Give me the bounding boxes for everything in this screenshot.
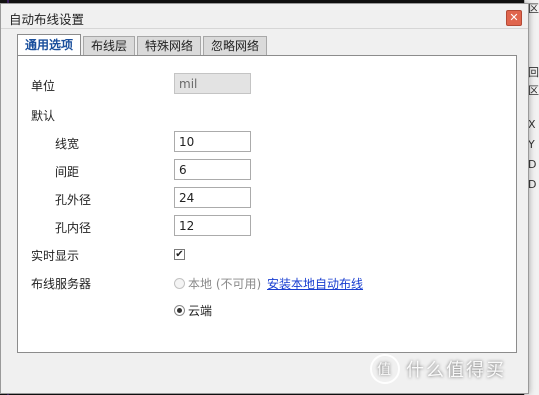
local-server-option-label: 本地 (不可用) [188,277,262,291]
unit-field [174,73,251,94]
line-width-label: 线宽 [55,137,80,151]
line-width-input[interactable] [174,131,251,152]
via-outer-diameter-label: 孔外径 [55,193,92,207]
via-inner-diameter-label: 孔内径 [55,221,92,235]
side-panel-glyph: 区 [528,84,539,97]
side-panel-glyph: 回 [528,66,539,79]
clearance-input[interactable] [174,159,251,180]
tab-general[interactable]: 通用选项 [17,34,82,55]
autoroute-settings-dialog: 自动布线设置 ✕ 通用选项 布线层 特殊网络 忽略网络 单位 默认 线宽 间距 … [0,3,529,394]
via-inner-diameter-input[interactable] [174,215,251,236]
install-local-autorouter-link[interactable]: 安装本地自动布线 [267,275,363,292]
side-panel-glyph: 区 [528,2,539,15]
close-icon[interactable]: ✕ [506,10,522,26]
side-panel-glyph: X [528,118,536,131]
tab-bar: 通用选项 布线层 特殊网络 忽略网络 [17,34,269,55]
general-options-panel: 单位 默认 线宽 间距 孔外径 孔内径 实时显示 ✔ 布线服务器 本地 (不可用… [17,55,517,353]
dialog-titlebar: 自动布线设置 ✕ [1,4,528,29]
tab-special-nets[interactable]: 特殊网络 [137,36,202,55]
local-server-radio [174,278,185,289]
unit-label: 单位 [31,79,56,93]
realtime-display-label: 实时显示 [31,249,80,263]
tab-routing-layers[interactable]: 布线层 [83,36,136,55]
watermark-text: 什么值得买 [406,360,506,381]
cloud-server-radio[interactable] [174,305,185,316]
routing-server-label: 布线服务器 [31,277,92,291]
defaults-label: 默认 [31,109,56,123]
side-panel-glyph: D [528,158,537,171]
watermark-logo-icon: 值 [370,354,400,384]
tab-ignored-nets[interactable]: 忽略网络 [203,36,268,55]
side-panel-glyph: Y [528,138,535,151]
via-outer-diameter-input[interactable] [174,187,251,208]
dialog-title: 自动布线设置 [9,12,85,27]
site-watermark: 值 什么值得买 [370,352,539,386]
cloud-server-option-label: 云端 [188,304,213,318]
radio-selected-dot [177,308,182,313]
clearance-label: 间距 [55,165,80,179]
side-panel-glyph: D [528,178,537,191]
realtime-display-checkbox[interactable]: ✔ [174,249,185,260]
